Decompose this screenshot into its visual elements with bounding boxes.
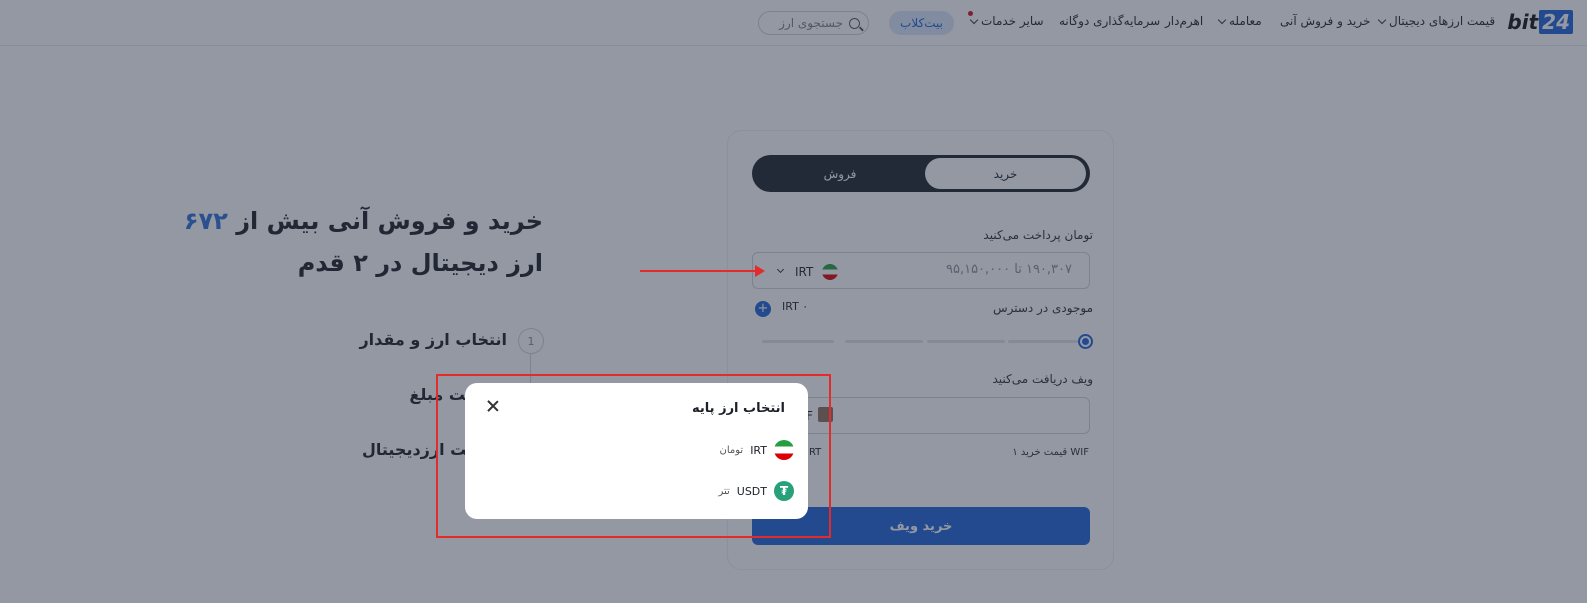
option-code: IRT <box>750 443 767 457</box>
currency-option-irt[interactable]: IRT تومان <box>719 439 794 461</box>
iran-flag-icon <box>774 440 794 460</box>
close-icon[interactable] <box>484 397 502 415</box>
option-name: تتر <box>718 485 730 497</box>
currency-option-usdt[interactable]: ₮ USDT تتر <box>718 480 794 502</box>
annotation-arrow-line <box>640 270 756 272</box>
option-name: تومان <box>719 444 744 456</box>
annotation-arrow-head <box>755 265 765 277</box>
base-currency-modal: انتخاب ارز پایه IRT تومان ₮ USDT تتر <box>465 383 808 519</box>
tether-icon: ₮ <box>774 481 794 501</box>
option-code: USDT <box>736 484 767 498</box>
modal-title: انتخاب ارز پایه <box>692 401 785 416</box>
